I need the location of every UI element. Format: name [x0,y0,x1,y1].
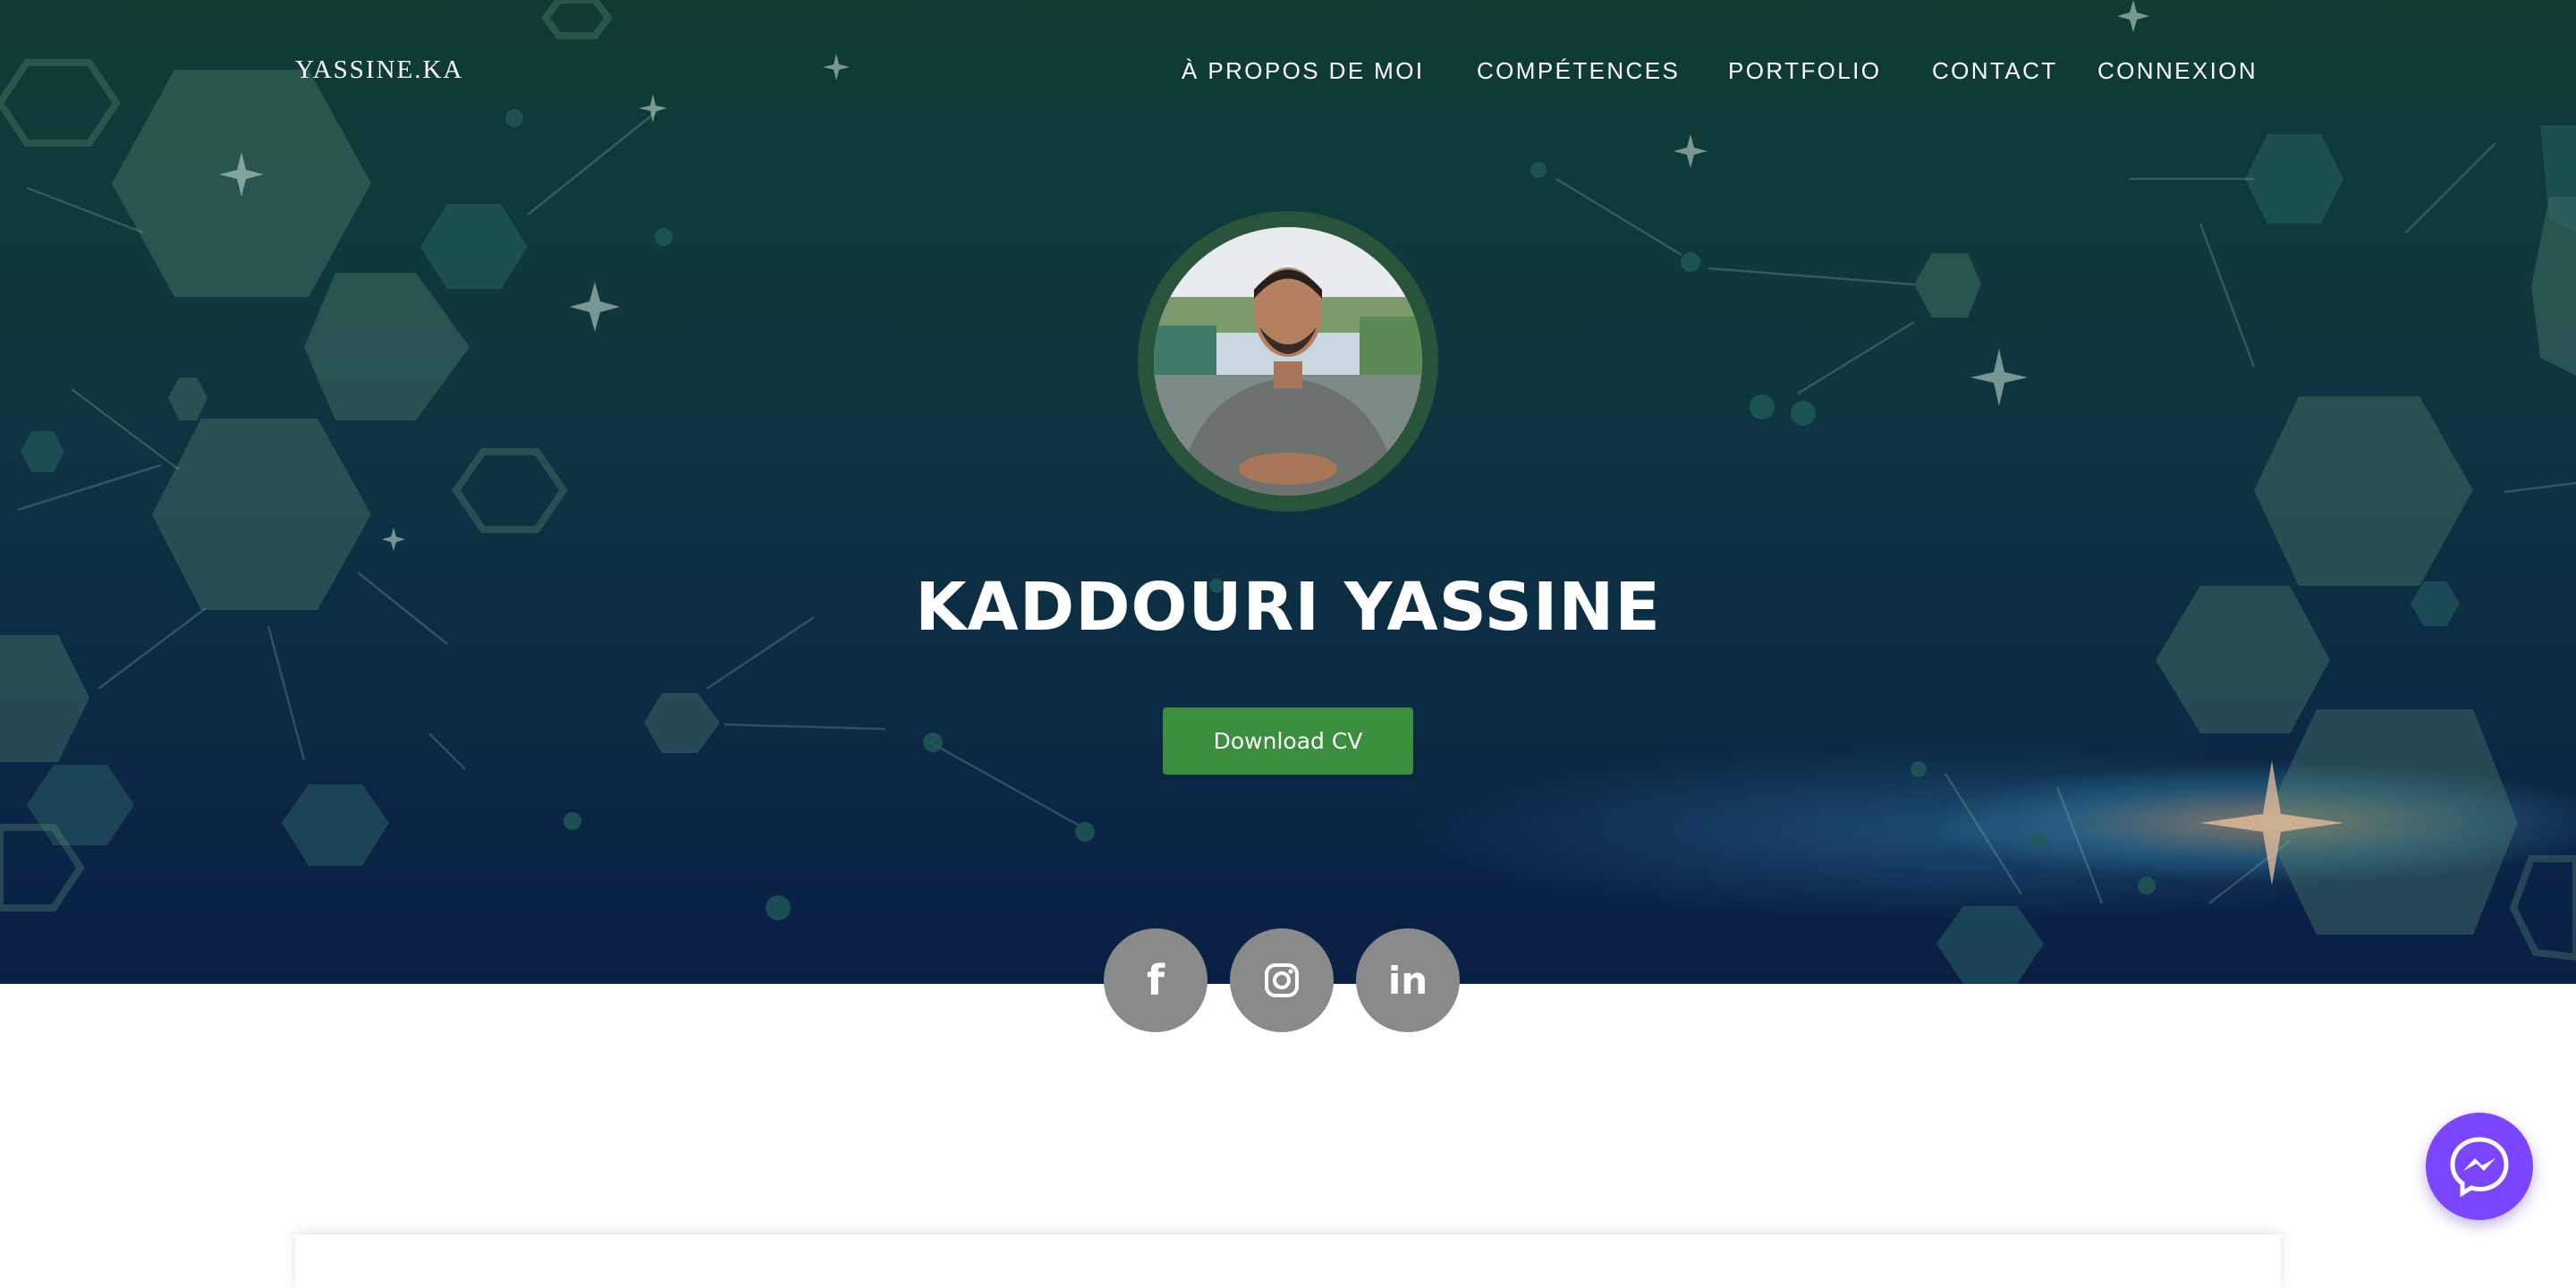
instagram-button[interactable] [1230,928,1334,1032]
nav-item-skills[interactable]: COMPÉTENCES [1477,57,1680,85]
hero-name: KADDOURI YASSINE [915,569,1661,646]
linkedin-icon: in [1387,958,1428,1003]
facebook-icon: f [1146,956,1165,1004]
nav-item-login[interactable]: CONNEXION [2097,57,2258,85]
messenger-chat-button[interactable] [2426,1113,2533,1220]
messenger-icon [2450,1137,2509,1198]
hero-section: YASSINE.KA À PROPOS DE MOI COMPÉTENCES P… [0,0,2576,984]
facebook-button[interactable]: f [1104,928,1208,1032]
nav-item-about[interactable]: À PROPOS DE MOI [1182,57,1425,85]
avatar [1154,227,1422,496]
main-nav: À PROPOS DE MOI COMPÉTENCES PORTFOLIO CO… [0,57,2576,93]
avatar-ring [1138,211,1438,512]
profile-photo [1154,227,1422,496]
nav-item-portfolio[interactable]: PORTFOLIO [1728,57,1881,85]
download-cv-button[interactable]: Download CV [1163,708,1413,775]
linkedin-button[interactable]: in [1356,928,1460,1032]
instagram-icon [1265,963,1299,997]
nav-item-contact[interactable]: CONTACT [1932,57,2058,85]
content-card [295,1234,2281,1288]
